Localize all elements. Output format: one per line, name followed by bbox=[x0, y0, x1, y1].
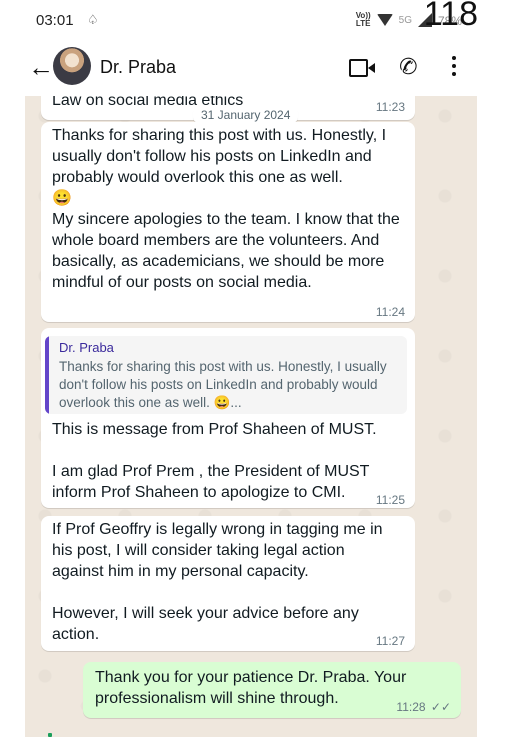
status-bar: 03:01 ♤ Vo)) LTE 5G 78% 118 bbox=[0, 0, 506, 40]
compose-bar-edge bbox=[48, 733, 52, 737]
message-time: 11:25 bbox=[375, 493, 405, 507]
quote-accent-bar bbox=[45, 336, 49, 414]
quote-text: Thanks for sharing this post with us. Ho… bbox=[59, 359, 387, 410]
chat-area[interactable]: Law on social media ethics 11:23 31 Janu… bbox=[25, 96, 477, 737]
message-time-status: 11:28 ✓✓ bbox=[396, 700, 451, 714]
message-text: Thanks for sharing this post with us. Ho… bbox=[52, 127, 400, 291]
voice-call-icon[interactable]: ✆ bbox=[397, 53, 419, 82]
message-bubble-incoming[interactable]: If Prof Geoffry is legally wrong in tagg… bbox=[41, 516, 415, 651]
status-time: 03:01 bbox=[36, 12, 74, 29]
volte-icon: Vo)) LTE bbox=[355, 11, 371, 28]
quoted-message[interactable]: Dr. Praba Thanks for sharing this post w… bbox=[45, 336, 407, 414]
message-bubble-incoming[interactable]: Thanks for sharing this post with us. Ho… bbox=[41, 122, 415, 322]
message-text: Thank you for your patience Dr. Praba. Y… bbox=[95, 669, 407, 707]
date-chip: 31 January 2024 bbox=[193, 107, 299, 123]
video-call-icon[interactable] bbox=[349, 59, 375, 77]
chat-header: ← Dr. Praba ✆ bbox=[0, 44, 506, 92]
contact-name[interactable]: Dr. Praba bbox=[100, 57, 176, 78]
message-time: 11:27 bbox=[375, 634, 405, 648]
message-bubble-incoming[interactable]: Dr. Praba Thanks for sharing this post w… bbox=[41, 328, 415, 508]
notification-icon: ♤ bbox=[87, 12, 99, 27]
more-options-icon[interactable] bbox=[451, 56, 457, 80]
network-type: 5G bbox=[398, 14, 412, 26]
message-time: 11:23 bbox=[375, 100, 405, 114]
message-time: 11:28 bbox=[396, 700, 426, 714]
message-bubble-outgoing[interactable]: Thank you for your patience Dr. Praba. Y… bbox=[83, 662, 461, 718]
overlay-number: 118 bbox=[423, 0, 478, 33]
wifi-icon bbox=[376, 14, 393, 26]
message-time: 11:24 bbox=[375, 305, 405, 319]
back-arrow-icon[interactable]: ← bbox=[28, 52, 54, 82]
message-text: If Prof Geoffry is legally wrong in tagg… bbox=[52, 521, 383, 643]
avatar[interactable] bbox=[53, 47, 91, 85]
quote-author: Dr. Praba bbox=[59, 340, 114, 355]
message-text: This is message from Prof Shaheen of MUS… bbox=[52, 421, 377, 501]
read-receipt-icon: ✓✓ bbox=[430, 700, 451, 714]
